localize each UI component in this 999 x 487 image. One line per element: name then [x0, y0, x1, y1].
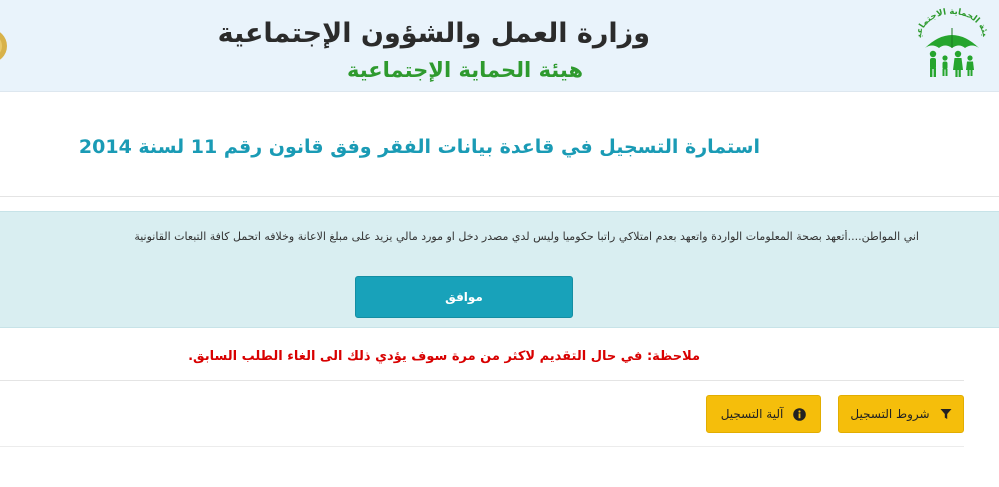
gold-emblem — [0, 32, 7, 60]
pledge-panel: اني المواطن....أتعهد بصحة المعلومات الوا… — [0, 211, 999, 328]
authority-title: هيئة الحماية الإجتماعية — [346, 58, 584, 82]
site-header: وزارة العمل والشؤون الإجتماعية هيئة الحم… — [0, 0, 999, 92]
pledge-text: اني المواطن....أتعهد بصحة المعلومات الوا… — [134, 230, 919, 243]
svg-text:هيئة الحماية الاجتماعية: هيئة الحماية الاجتماعية — [911, 8, 990, 39]
registration-mechanism-label: آلية التسجيل — [720, 407, 784, 421]
warning-note: ملاحظة: في حال التقديم لاكثر من مرة سوف … — [188, 349, 700, 364]
divider — [0, 446, 964, 447]
filter-icon — [940, 409, 952, 419]
agree-button[interactable]: موافق — [355, 276, 573, 318]
registration-form-title: استمارة التسجيل في قاعدة بيانات الفقر وف… — [78, 136, 760, 158]
ministry-title: وزارة العمل والشؤون الإجتماعية — [217, 18, 650, 49]
info-icon — [793, 407, 807, 421]
divider — [0, 380, 964, 381]
divider — [0, 196, 999, 197]
registration-conditions-label: شروط التسجيل — [850, 407, 930, 421]
registration-conditions-button[interactable]: شروط التسجيل — [838, 395, 964, 433]
family-umbrella-logo: هيئة الحماية الاجتماعية — [911, 8, 990, 77]
registration-mechanism-button[interactable]: آلية التسجيل — [706, 395, 821, 433]
